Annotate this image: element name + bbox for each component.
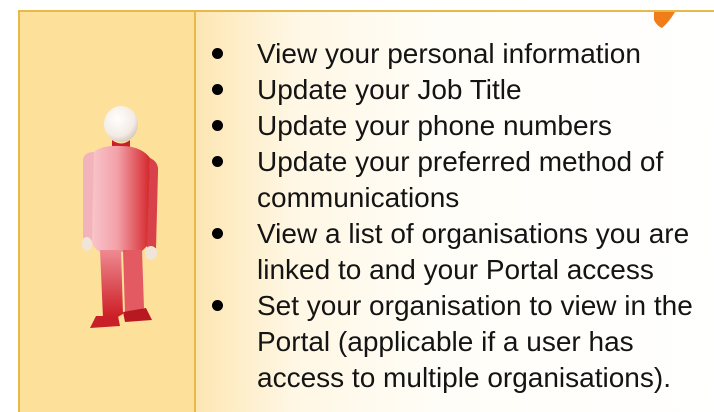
list-item: View a list of organisations you are lin…: [196, 216, 693, 288]
list-item: View your personal information: [196, 36, 693, 72]
list-item: Update your phone numbers: [196, 108, 693, 144]
bullet-dot-icon: [212, 48, 223, 59]
bullet-dot-icon: [212, 228, 223, 239]
orange-accent-icon: [654, 12, 675, 28]
bullet-dot-icon: [212, 300, 223, 311]
list-item-text: Set your organisation to view in the: [257, 290, 693, 321]
left-panel: [18, 10, 194, 412]
list-item-text: Update your Job Title: [257, 74, 522, 105]
slide: View your personal information Update yo…: [0, 0, 714, 412]
list-item-text: View your personal information: [257, 38, 641, 69]
bullet-dot-icon: [212, 84, 223, 95]
list-item: Update your preferred method of communic…: [196, 144, 693, 216]
list-item-text: Update your phone numbers: [257, 110, 612, 141]
bullet-dot-icon: [212, 120, 223, 131]
list-item: Set your organisation to view in the Por…: [196, 288, 693, 396]
list-item-text-continued: Portal (applicable if a user has: [257, 326, 634, 357]
list-item: Update your Job Title: [196, 72, 693, 108]
person-figure-icon: [82, 106, 159, 328]
feature-list: View your personal information Update yo…: [196, 36, 693, 396]
list-item-text-continued: linked to and your Portal access: [257, 254, 654, 285]
list-item-text: View a list of organisations you are: [257, 218, 690, 249]
bullet-dot-icon: [212, 156, 223, 167]
list-item-text-continued: communications: [257, 182, 460, 213]
list-item-text-continued: access to multiple organisations).: [257, 362, 671, 393]
list-item-text: Update your preferred method of: [257, 146, 664, 177]
content-panel: View your personal information Update yo…: [194, 10, 714, 412]
